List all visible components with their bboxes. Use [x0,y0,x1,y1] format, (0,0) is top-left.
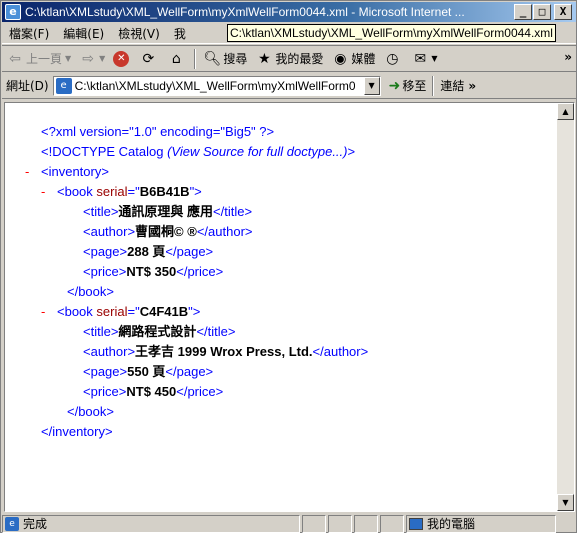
path-tooltip: C:\ktlan\XMLstudy\XML_WellForm\myXmlWell… [227,24,556,42]
page-element: <page>288 頁</page> [83,244,214,259]
home-icon: ⌂ [171,50,181,67]
browser-window: e C:\ktlan\XMLstudy\XML_WellForm\myXmlWe… [0,0,577,533]
vertical-scrollbar[interactable]: ▲ ▼ [557,103,574,511]
author-element: <author>王孝吉 1999 Wrox Press, Ltd.</autho… [83,344,369,359]
go-label: 移至 [402,79,427,93]
page-icon: e [55,77,72,94]
back-label: 上一頁 [26,52,63,66]
home-button[interactable]: ⌂ [163,47,191,70]
favorites-label: 我的最愛 [275,52,324,66]
window-title: C:\ktlan\XMLstudy\XML_WellForm\myXmlWell… [25,5,465,19]
status-cell [354,514,378,533]
book-open: - <book serial="B6B41B"> [15,182,368,202]
book-close: </book> [67,404,114,419]
links-button[interactable]: 連結» [440,77,476,94]
search-button[interactable]: 🔍︎ 搜尋 [199,47,251,70]
stop-button[interactable]: ✕ [109,47,135,70]
links-chevron-icon[interactable]: » [468,79,476,93]
window-controls: _ □ X [513,4,572,20]
title-bar[interactable]: e C:\ktlan\XMLstudy\XML_WellForm\myXmlWe… [2,2,576,22]
address-input[interactable]: C:\ktlan\XMLstudy\XML_WellForm\myXmlWell… [75,79,355,93]
book-open: - <book serial="C4F41B"> [15,302,368,322]
mail-dropdown-icon[interactable]: ▼ [431,54,437,63]
menu-file[interactable]: 檔案(F) [2,25,56,42]
mail-button[interactable]: ✉ ▼ [407,47,441,70]
history-icon: ◷ [386,50,399,67]
address-field[interactable]: e C:\ktlan\XMLstudy\XML_WellForm\myXmlWe… [52,75,381,96]
status-text: 完成 [23,517,48,531]
address-bar: 網址(D) e C:\ktlan\XMLstudy\XML_WellForm\m… [2,73,576,99]
author-element: <author>曹國桐© ®</author> [83,224,253,239]
price-element: <price>NT$ 450</price> [83,384,224,399]
zone-text: 我的電腦 [427,517,476,531]
my-computer-icon [409,517,423,530]
favorites-button[interactable]: ★ 我的最愛 [251,47,327,70]
title-element: <title>網路程式設計</title> [83,324,236,339]
back-arrow-icon: ⇦ [9,50,21,67]
menu-bar: 檔案(F) 編輯(E) 檢視(V) 我 C:\ktlan\XMLstudy\XM… [2,23,576,44]
forward-dropdown-icon[interactable]: ▼ [99,54,105,63]
inventory-open: - <inventory> [15,162,368,182]
status-bar: e 完成 我的電腦 [2,514,576,533]
media-icon: ◉ [334,50,347,67]
menu-edit[interactable]: 編輯(E) [56,25,111,42]
back-dropdown-icon[interactable]: ▼ [65,54,71,63]
status-cell [302,514,326,533]
doctype-line: <!DOCTYPE Catalog (View Source for full … [41,144,356,159]
history-button[interactable]: ◷ [379,47,407,70]
links-label: 連結 [440,79,465,93]
search-label: 搜尋 [223,52,248,66]
maximize-button[interactable]: □ [533,4,551,20]
collapse-toggle[interactable]: - [41,302,57,322]
minimize-button[interactable]: _ [514,4,532,20]
go-arrow-icon: ➜ [388,77,401,94]
forward-button[interactable]: ⇨ ▼ [75,47,109,70]
search-icon: 🔍︎ [203,50,222,67]
media-label: 媒體 [351,52,376,66]
xml-tree: <?xml version="1.0" encoding="Big5" ?> <… [15,122,368,442]
scroll-up-icon[interactable]: ▲ [557,103,574,120]
menu-view[interactable]: 檢視(V) [111,25,167,42]
book-close: </book> [67,284,114,299]
xml-declaration: <?xml version="1.0" encoding="Big5" ?> [41,124,275,139]
collapse-toggle[interactable]: - [41,182,57,202]
done-page-icon: e [5,516,19,531]
collapse-toggle[interactable]: - [25,162,41,182]
toolbar-separator [194,48,197,69]
toolbar-more-chevron[interactable]: » [564,50,572,64]
title-element: <title>通訊原理與 應用</title> [83,204,253,219]
standard-toolbar: ⇦ 上一頁 ▼ ⇨ ▼ ✕ ⟳ ⌂ 🔍︎ 搜尋 ★ 我的最愛 ◉ 媒體 ◷ ✉ … [2,45,576,72]
refresh-icon: ⟳ [142,50,155,67]
refresh-button[interactable]: ⟳ [135,47,163,70]
ie-page-icon: e [5,4,21,20]
zone-cell: 我的電腦 [406,514,556,533]
status-cell [380,514,404,533]
menu-favorites[interactable]: 我 [167,25,193,42]
status-text-cell: e 完成 [2,514,300,533]
address-separator [432,75,435,96]
page-element: <page>550 頁</page> [83,364,214,379]
favorites-icon: ★ [258,50,271,67]
stop-icon: ✕ [113,50,130,67]
status-cell [328,514,352,533]
scroll-down-icon[interactable]: ▼ [557,494,574,511]
mail-icon: ✉ [414,50,427,67]
price-element: <price>NT$ 350</price> [83,264,224,279]
go-button[interactable]: ➜ 移至 [389,77,427,94]
document-view[interactable]: <?xml version="1.0" encoding="Big5" ?> <… [4,102,575,512]
back-button[interactable]: ⇦ 上一頁 ▼ [2,47,75,70]
media-button[interactable]: ◉ 媒體 [327,47,379,70]
close-button[interactable]: X [554,4,572,20]
address-label: 網址(D) [6,79,49,93]
forward-arrow-icon: ⇨ [82,50,95,67]
inventory-close: </inventory> [41,424,113,439]
address-dropdown-icon[interactable]: ▼ [363,76,380,95]
